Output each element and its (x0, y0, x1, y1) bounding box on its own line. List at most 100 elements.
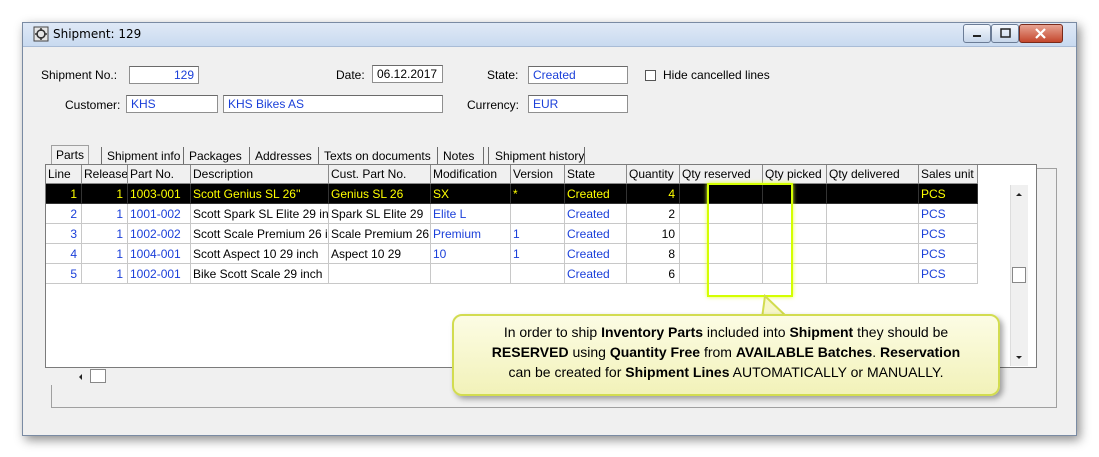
window-title: Shipment: 129 (53, 27, 142, 41)
table-cell-modification[interactable]: 10 (431, 244, 511, 264)
column-header-sales-unit[interactable]: Sales unit (919, 165, 978, 184)
table-cell-modification[interactable]: Premium (431, 224, 511, 244)
currency-field[interactable]: EUR (528, 95, 628, 113)
table-cell-version[interactable]: * (511, 184, 565, 204)
callout-text: using (568, 344, 610, 360)
table-cell-quantity[interactable]: 8 (627, 244, 680, 264)
state-field[interactable]: Created (528, 66, 628, 84)
table-row[interactable]: 1 1 1003-001 Scott Genius SL 26'' Genius SL … (46, 184, 978, 204)
column-header-line[interactable]: Line (46, 165, 82, 184)
table-cell-modification[interactable]: Elite L (431, 204, 511, 224)
table-cell-modification[interactable]: SX (431, 184, 511, 204)
table-cell-cust-part-no[interactable] (329, 264, 431, 284)
table-cell-state[interactable]: Created (565, 244, 627, 264)
column-header-qty-reserved[interactable]: Qty reserved (680, 165, 763, 184)
table-cell-quantity[interactable]: 10 (627, 224, 680, 244)
table-cell-description[interactable]: Scott Aspect 10 29 inch (191, 244, 329, 264)
table-cell-sales-unit[interactable]: PCS (919, 224, 978, 244)
close-button[interactable] (1019, 24, 1063, 43)
column-header-quantity[interactable]: Quantity (627, 165, 680, 184)
hide-cancelled-label: Hide cancelled lines (663, 68, 770, 82)
table-cell-qty-delivered[interactable] (827, 224, 919, 244)
table-cell-qty-delivered[interactable] (827, 204, 919, 224)
table-cell-cust-part-no[interactable]: Spark SL Elite 29 (329, 204, 431, 224)
customer-name-field[interactable]: KHS Bikes AS (223, 95, 443, 113)
table-cell-release[interactable]: 1 (82, 224, 128, 244)
table-cell-part-no[interactable]: 1004-001 (128, 244, 191, 264)
table-cell-quantity[interactable]: 6 (627, 264, 680, 284)
table-cell-state[interactable]: Created (565, 204, 627, 224)
title-bar[interactable]: Shipment: 129 (23, 23, 1076, 47)
table-cell-part-no[interactable]: 1002-001 (128, 264, 191, 284)
table-cell-release[interactable]: 1 (82, 204, 128, 224)
table-cell-cust-part-no[interactable]: Scale Premium 26 (329, 224, 431, 244)
table-cell-line[interactable]: 5 (46, 264, 82, 284)
column-header-cust-part-no[interactable]: Cust. Part No. (329, 165, 431, 184)
table-cell-cust-part-no[interactable]: Aspect 10 29 (329, 244, 431, 264)
table-cell-description[interactable]: Scott Scale Premium 26 inch (191, 224, 329, 244)
callout-bold: Inventory Parts (601, 324, 704, 340)
table-cell-qty-delivered[interactable] (827, 244, 919, 264)
vertical-scroll-thumb[interactable] (1012, 267, 1026, 283)
customer-code-field[interactable]: KHS (126, 95, 218, 113)
table-cell-version[interactable]: 1 (511, 224, 565, 244)
date-field[interactable]: 06.12.2017 (372, 65, 443, 83)
column-header-state[interactable]: State (565, 165, 627, 184)
column-header-modification[interactable]: Modification (431, 165, 511, 184)
table-cell-line[interactable]: 2 (46, 204, 82, 224)
table-cell-quantity[interactable]: 2 (627, 204, 680, 224)
table-cell-version[interactable] (511, 264, 565, 284)
scroll-down-icon[interactable] (1013, 353, 1025, 363)
scroll-left-icon[interactable] (75, 371, 85, 383)
table-cell-line[interactable]: 1 (46, 184, 82, 204)
column-header-qty-picked[interactable]: Qty picked (763, 165, 827, 184)
table-cell-line[interactable]: 3 (46, 224, 82, 244)
table-cell-version[interactable] (511, 204, 565, 224)
table-cell-description[interactable]: Scott Genius SL 26'' (191, 184, 329, 204)
table-cell-qty-delivered[interactable] (827, 264, 919, 284)
table-cell-version[interactable]: 1 (511, 244, 565, 264)
scroll-up-icon[interactable] (1013, 189, 1025, 199)
column-header-version[interactable]: Version (511, 165, 565, 184)
grid-vertical-scrollbar[interactable] (1010, 185, 1028, 366)
table-cell-description[interactable]: Scott Spark SL Elite 29 inch (191, 204, 329, 224)
shipment-window-icon (33, 26, 49, 42)
maximize-button[interactable] (991, 24, 1019, 43)
table-cell-part-no[interactable]: 1002-002 (128, 224, 191, 244)
callout-text: In order to ship (503, 324, 602, 340)
table-row[interactable]: 5 1 1002-001 Bike Scott Scale 29 inch Create… (46, 264, 978, 284)
minimize-button[interactable] (963, 24, 991, 43)
table-cell-sales-unit[interactable]: PCS (919, 244, 978, 264)
table-cell-part-no[interactable]: 1003-001 (128, 184, 191, 204)
callout-bold: Quantity Free (609, 344, 701, 360)
table-cell-modification[interactable] (431, 264, 511, 284)
table-cell-quantity[interactable]: 4 (627, 184, 680, 204)
currency-label: Currency: (467, 98, 520, 112)
table-cell-state[interactable]: Created (565, 184, 627, 204)
shipment-no-field[interactable]: 129 (129, 66, 199, 84)
column-header-release[interactable]: Release (82, 165, 128, 184)
table-cell-state[interactable]: Created (565, 264, 627, 284)
column-header-description[interactable]: Description (191, 165, 329, 184)
grid-horizontal-scrollbar[interactable] (45, 368, 465, 385)
table-cell-description[interactable]: Bike Scott Scale 29 inch (191, 264, 329, 284)
column-header-qty-delivered[interactable]: Qty delivered (827, 165, 919, 184)
table-cell-release[interactable]: 1 (82, 264, 128, 284)
table-cell-cust-part-no[interactable]: Genius SL 26 (329, 184, 431, 204)
column-header-part-no[interactable]: Part No. (128, 165, 191, 184)
horizontal-scroll-thumb[interactable] (90, 369, 106, 383)
table-cell-part-no[interactable]: 1001-002 (128, 204, 191, 224)
table-row[interactable]: 311002-002Scott Scale Premium 26 inchSca… (46, 224, 978, 244)
table-row[interactable]: 2 1 1001-002 Scott Spark SL Elite 29 inch Sp… (46, 204, 978, 224)
table-cell-sales-unit[interactable]: PCS (919, 204, 978, 224)
table-cell-qty-delivered[interactable] (827, 184, 919, 204)
table-row[interactable]: 4 1 1004-001 Scott Aspect 10 29 inch Aspect … (46, 244, 978, 264)
table-cell-state[interactable]: Created (565, 224, 627, 244)
table-cell-release[interactable]: 1 (82, 244, 128, 264)
table-cell-line[interactable]: 4 (46, 244, 82, 264)
table-cell-release[interactable]: 1 (82, 184, 128, 204)
table-cell-sales-unit[interactable]: PCS (919, 264, 978, 284)
date-label: Date: (336, 68, 365, 82)
table-cell-sales-unit[interactable]: PCS (919, 184, 978, 204)
hide-cancelled-checkbox[interactable] (645, 70, 656, 81)
